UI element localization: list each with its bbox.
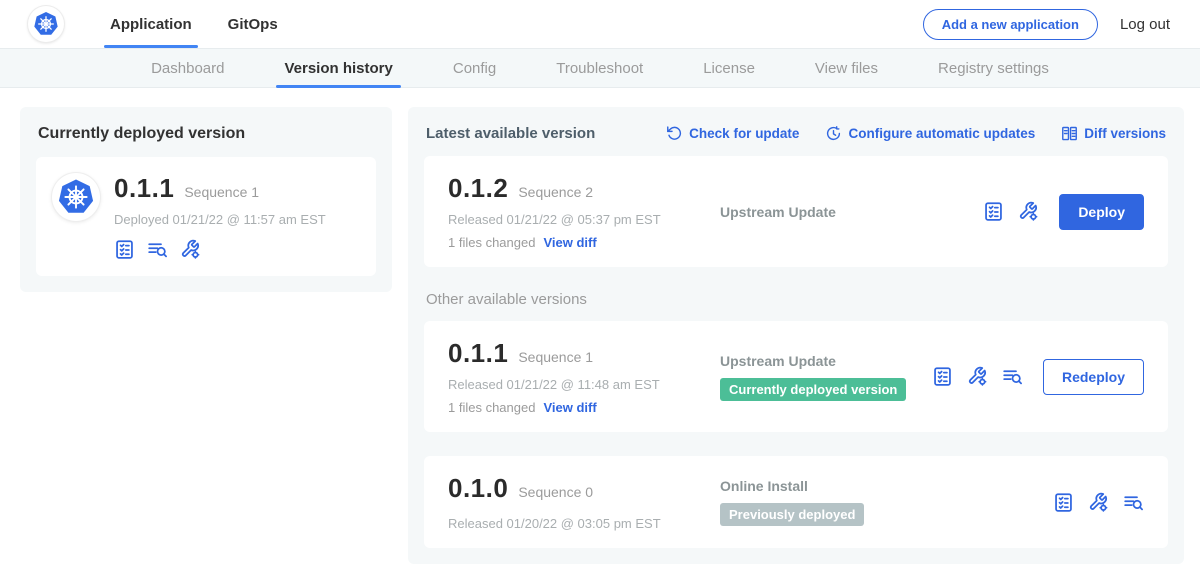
schedule-icon: [825, 125, 842, 142]
sequence-label: Sequence 0: [518, 484, 593, 500]
deploy-button[interactable]: Deploy: [1059, 194, 1144, 230]
files-changed-label: 1 files changed: [448, 400, 535, 415]
redeploy-button[interactable]: Redeploy: [1043, 359, 1144, 395]
version-number: 0.1.1: [448, 338, 508, 369]
released-date: Released 01/20/22 @ 03:05 pm EST: [448, 516, 720, 531]
deployed-version-number: 0.1.1: [114, 173, 174, 204]
sequence-label: Sequence 2: [518, 184, 593, 200]
subnav-tab-dashboard[interactable]: Dashboard: [125, 49, 250, 87]
app-kubernetes-icon: [52, 173, 100, 221]
subnav-tab-version-history[interactable]: Version history: [258, 49, 418, 87]
subnav-tab-registry-settings[interactable]: Registry settings: [912, 49, 1075, 87]
deployed-sequence-label: Sequence 1: [184, 184, 259, 200]
edit-config-icon[interactable]: [1088, 492, 1109, 513]
released-date: Released 01/21/22 @ 11:48 am EST: [448, 377, 720, 392]
tab-gitops[interactable]: GitOps: [210, 0, 296, 48]
tab-application-label: Application: [110, 16, 192, 33]
files-changed-label: 1 files changed: [448, 235, 535, 250]
released-date: Released 01/21/22 @ 05:37 pm EST: [448, 212, 720, 227]
subnav-tab-troubleshoot[interactable]: Troubleshoot: [530, 49, 669, 87]
other-available-title: Other available versions: [426, 291, 1166, 308]
latest-available-title: Latest available version: [426, 125, 595, 142]
add-application-button[interactable]: Add a new application: [923, 9, 1098, 40]
subnav-tab-license[interactable]: License: [677, 49, 781, 87]
currently-deployed-title: Currently deployed version: [38, 125, 376, 143]
app-subnav: Dashboard Version history Config Trouble…: [0, 48, 1200, 88]
previously-deployed-badge: Previously deployed: [720, 503, 864, 526]
view-diff-link[interactable]: View diff: [543, 235, 596, 250]
main-content: Currently deployed version 0.1.1 Sequenc…: [0, 88, 1200, 564]
edit-config-icon[interactable]: [180, 239, 201, 260]
refresh-icon: [666, 125, 683, 142]
subnav-tab-config[interactable]: Config: [427, 49, 522, 87]
currently-deployed-badge: Currently deployed version: [720, 378, 906, 401]
version-number: 0.1.0: [448, 473, 508, 504]
preflight-checks-icon[interactable]: [1053, 492, 1074, 513]
view-logs-icon[interactable]: [147, 239, 168, 260]
tab-application[interactable]: Application: [92, 0, 210, 48]
edit-config-icon[interactable]: [1018, 201, 1039, 222]
diff-icon: [1061, 125, 1078, 142]
view-diff-link[interactable]: View diff: [543, 400, 596, 415]
version-card-0-1-1: 0.1.1 Sequence 1 Released 01/21/22 @ 11:…: [424, 321, 1168, 432]
view-logs-icon[interactable]: [1123, 492, 1144, 513]
edit-config-icon[interactable]: [967, 366, 988, 387]
top-nav-tabs: Application GitOps: [92, 0, 296, 48]
kubernetes-logo-icon: [28, 6, 64, 42]
configure-automatic-updates-link[interactable]: Configure automatic updates: [825, 125, 1035, 142]
preflight-checks-icon[interactable]: [114, 239, 135, 260]
diff-versions-link[interactable]: Diff versions: [1061, 125, 1166, 142]
sequence-label: Sequence 1: [518, 349, 593, 365]
version-source-label: Online Install: [720, 478, 1053, 494]
version-card-0-1-0: 0.1.0 Sequence 0 Released 01/20/22 @ 03:…: [424, 456, 1168, 548]
version-source-label: Upstream Update: [720, 353, 932, 369]
tab-gitops-label: GitOps: [228, 16, 278, 33]
version-card-0-1-2: 0.1.2 Sequence 2 Released 01/21/22 @ 05:…: [424, 156, 1168, 267]
deployed-date: Deployed 01/21/22 @ 11:57 am EST: [114, 212, 326, 227]
currently-deployed-panel: Currently deployed version 0.1.1 Sequenc…: [20, 107, 392, 292]
subnav-tab-view-files[interactable]: View files: [789, 49, 904, 87]
logout-link[interactable]: Log out: [1120, 16, 1170, 33]
preflight-checks-icon[interactable]: [932, 366, 953, 387]
view-logs-icon[interactable]: [1002, 366, 1023, 387]
preflight-checks-icon[interactable]: [983, 201, 1004, 222]
version-history-panel: Latest available version Check for updat…: [408, 107, 1184, 564]
currently-deployed-card: 0.1.1 Sequence 1 Deployed 01/21/22 @ 11:…: [36, 157, 376, 276]
check-for-update-link[interactable]: Check for update: [666, 125, 799, 142]
version-number: 0.1.2: [448, 173, 508, 204]
version-source-label: Upstream Update: [720, 204, 983, 220]
top-nav: Application GitOps Add a new application…: [0, 0, 1200, 48]
